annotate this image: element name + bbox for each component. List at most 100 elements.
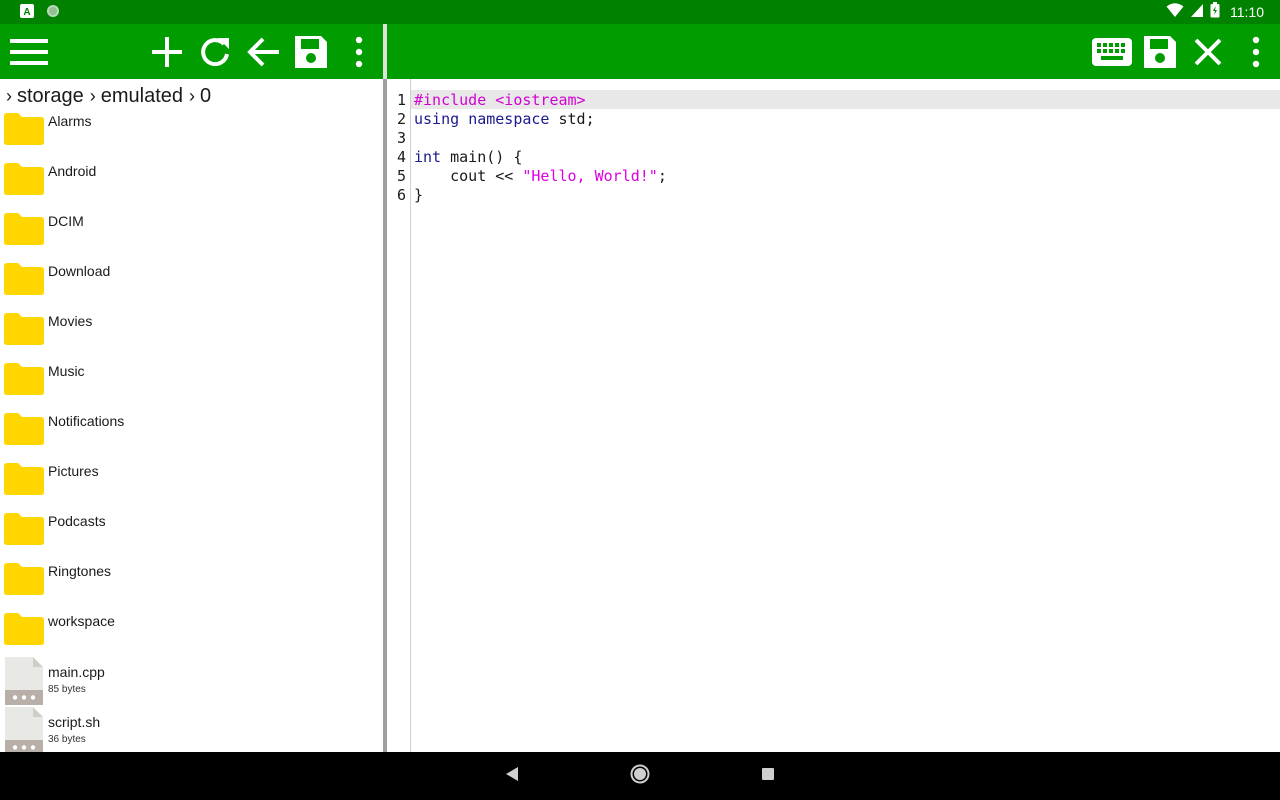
folder-icon	[4, 163, 44, 195]
code-line[interactable]: 1 #include <iostream>	[387, 91, 1280, 110]
line-number: 1	[396, 91, 406, 109]
folder-icon	[4, 613, 44, 645]
nav-back-button[interactable]	[500, 764, 524, 788]
item-name: Alarms	[48, 113, 92, 129]
item-name: script.sh	[48, 714, 101, 730]
folder-item[interactable]: Podcasts	[0, 507, 383, 557]
code-line[interactable]: 6}	[387, 186, 1280, 205]
item-size: 36 bytes	[48, 734, 86, 745]
file-item[interactable]: script.sh 36 bytes	[0, 707, 383, 752]
breadcrumb-storage[interactable]: storage	[17, 85, 84, 108]
code-token-plain: std;	[549, 110, 595, 128]
a-letter-icon: A	[20, 4, 34, 23]
file-item[interactable]: main.cpp 85 bytes	[0, 657, 383, 707]
item-name: main.cpp	[48, 664, 105, 680]
code-token-kw: namespace	[468, 110, 550, 128]
wifi-icon	[1166, 2, 1184, 21]
folder-item[interactable]: Music	[0, 357, 383, 407]
keyboard-button[interactable]	[1088, 24, 1136, 79]
more-vert-icon	[1252, 36, 1260, 68]
navigate-up-button[interactable]	[239, 24, 287, 79]
folder-icon	[4, 463, 44, 495]
recents-square-icon	[761, 767, 775, 786]
folder-icon	[4, 513, 44, 545]
folder-icon	[4, 263, 44, 295]
menu-icon	[10, 38, 48, 66]
folder-icon	[4, 213, 44, 245]
item-name: Podcasts	[48, 513, 106, 529]
save-all-button[interactable]	[287, 24, 335, 79]
line-content: using namespace std;	[414, 110, 595, 129]
code-token-kw: using	[414, 110, 460, 128]
save-icon	[292, 33, 330, 71]
nav-home-button[interactable]	[628, 764, 652, 788]
item-name: Android	[48, 163, 97, 179]
code-line[interactable]: 4 int main() {	[387, 148, 1280, 167]
new-file-button[interactable]	[143, 24, 191, 79]
item-size: 85 bytes	[48, 684, 86, 695]
folder-item[interactable]: DCIM	[0, 207, 383, 257]
navigation-bar	[0, 752, 1280, 800]
line-content: cout << "Hello, World!";	[414, 167, 667, 186]
back-triangle-icon	[505, 766, 519, 787]
file-browser-toolbar	[0, 24, 383, 79]
battery-icon	[1210, 2, 1220, 21]
menu-button[interactable]	[5, 24, 53, 79]
circle-status-icon	[46, 4, 60, 23]
folder-item[interactable]: Movies	[0, 307, 383, 357]
item-name: Download	[48, 263, 111, 279]
folder-item[interactable]: Android	[0, 157, 383, 207]
home-circle-icon	[630, 764, 650, 789]
folder-item[interactable]: Download	[0, 257, 383, 307]
item-name: DCIM	[48, 213, 84, 229]
code-token-plain: main() {	[441, 148, 523, 166]
file-browser: › storage › emulated › 0 Alarms Android DC…	[0, 79, 383, 752]
more-vert-icon	[355, 36, 363, 68]
code-line[interactable]: 5 cout << "Hello, World!";	[387, 167, 1280, 186]
add-icon	[151, 36, 183, 68]
code-token-plain: cout <<	[414, 167, 523, 185]
folder-item[interactable]: Pictures	[0, 457, 383, 507]
line-number: 6	[396, 186, 406, 204]
breadcrumb-separator: ›	[189, 85, 195, 106]
save-file-button[interactable]	[1136, 24, 1184, 79]
item-name: Music	[48, 363, 85, 379]
line-content: int main() {	[414, 148, 522, 167]
folder-item[interactable]: Notifications	[0, 407, 383, 457]
editor-more-button[interactable]	[1232, 24, 1280, 79]
folder-item[interactable]: Alarms	[0, 107, 383, 157]
breadcrumb-0[interactable]: 0	[200, 85, 211, 108]
browser-more-button[interactable]	[335, 24, 383, 79]
folder-item[interactable]: workspace	[0, 607, 383, 657]
code-area[interactable]: 1 #include <iostream> 2 using namespace std…	[387, 91, 1280, 205]
breadcrumb-separator: ›	[89, 85, 96, 106]
code-line[interactable]: 2 using namespace std;	[387, 110, 1280, 129]
file-icon	[5, 707, 43, 752]
breadcrumb-emulated[interactable]: emulated	[101, 85, 183, 108]
folder-icon	[4, 313, 44, 345]
status-bar: A 11:10	[0, 0, 1280, 24]
close-file-button[interactable]	[1184, 24, 1232, 79]
code-line[interactable]: 3	[387, 129, 1280, 148]
code-token-plain: ;	[657, 167, 667, 185]
breadcrumb-separator: ›	[6, 85, 12, 106]
code-token-pre: #include <iostream>	[414, 91, 586, 109]
folder-icon	[4, 363, 44, 395]
line-content: #include <iostream>	[414, 91, 586, 110]
line-number: 4	[396, 148, 406, 166]
item-name: Pictures	[48, 463, 99, 479]
close-icon	[1193, 37, 1223, 67]
refresh-button[interactable]	[191, 24, 239, 79]
file-icon	[5, 657, 43, 705]
code-token-str: "Hello, World!"	[522, 167, 658, 185]
nav-recents-button[interactable]	[756, 764, 780, 788]
folder-item[interactable]: Ringtones	[0, 557, 383, 607]
code-editor[interactable]: 1 #include <iostream> 2 using namespace std…	[387, 79, 1280, 752]
svg-text:A: A	[23, 7, 30, 18]
signal-icon	[1190, 2, 1204, 21]
item-name: Notifications	[48, 413, 125, 429]
save-icon	[1141, 33, 1179, 71]
line-number: 5	[396, 167, 406, 185]
refresh-icon	[198, 35, 232, 69]
